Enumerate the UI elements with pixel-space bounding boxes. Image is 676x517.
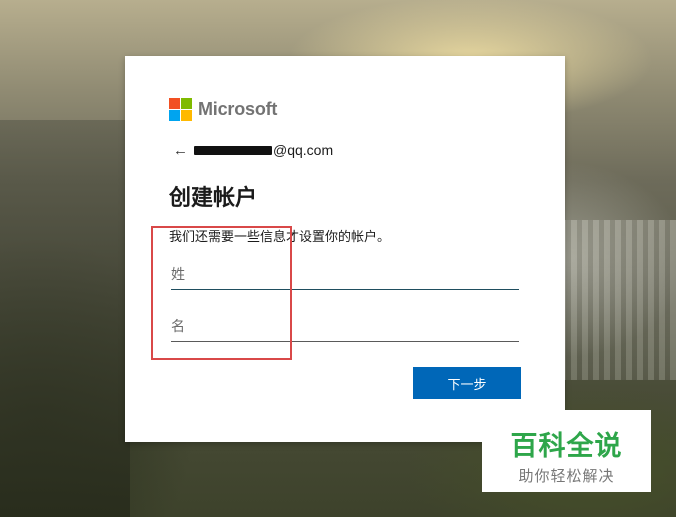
logo-square-blue <box>169 110 180 121</box>
email-suffix: @qq.com <box>273 142 334 158</box>
next-button[interactable]: 下一步 <box>413 367 521 399</box>
watermark-badge: 百科全说 助你轻松解决 <box>482 410 651 492</box>
back-arrow-icon[interactable]: ← <box>173 143 188 158</box>
microsoft-logo: Microsoft <box>169 98 277 121</box>
logo-square-red <box>169 98 180 109</box>
background-hillside <box>0 120 130 517</box>
logo-square-yellow <box>181 110 192 121</box>
microsoft-logo-icon <box>169 98 192 121</box>
redacted-email-mark <box>194 145 272 155</box>
watermark-title: 百科全说 <box>510 431 623 462</box>
watermark-subtitle: 助你轻松解决 <box>518 467 615 485</box>
brand-name: Microsoft <box>198 99 278 119</box>
page-title: 创建帐户 <box>169 186 258 211</box>
logo-square-green <box>181 98 192 109</box>
background-city <box>560 220 676 380</box>
identity-banner: ← @qq.com <box>173 142 333 158</box>
highlight-box <box>151 226 292 360</box>
